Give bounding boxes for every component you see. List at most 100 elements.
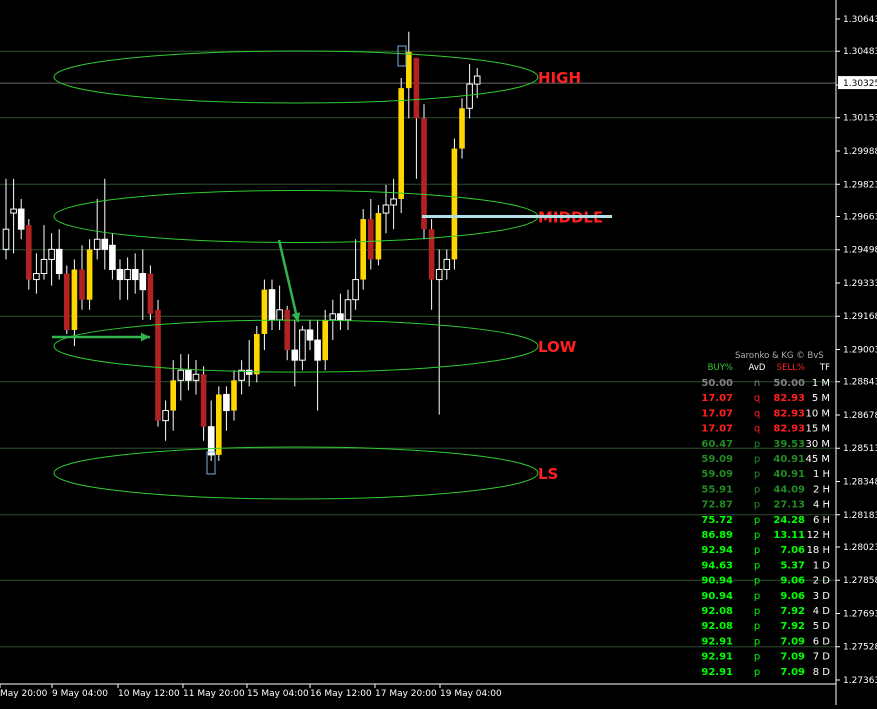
panel-avd-value: p: [754, 454, 760, 465]
candle: [375, 205, 382, 266]
candle-body: [231, 380, 237, 411]
price-tick-label: 1.29333: [843, 279, 877, 289]
panel-sell-value: 7.09: [780, 667, 805, 678]
time-tick-label: 15 May 04:00: [247, 689, 309, 699]
panel-avd-value: p: [754, 667, 760, 678]
panel-tf-label: 1 H: [813, 469, 830, 480]
price-tick-label: 1.27528: [843, 643, 877, 653]
candle-body: [223, 393, 230, 412]
candle: [254, 325, 260, 383]
candle-body: [459, 108, 465, 149]
candle-body: [33, 273, 40, 281]
candle-body: [368, 219, 374, 260]
panel-header: SELL%: [777, 363, 805, 373]
panel-avd-value: p: [754, 652, 760, 663]
panel-tf-label: 10 M: [805, 408, 830, 419]
candle-body: [284, 309, 290, 351]
panel-buy-value: 86.89: [701, 530, 733, 541]
price-tick-label: 1.28348: [843, 477, 877, 487]
candle: [64, 265, 70, 334]
panel-tf-label: 15 M: [805, 424, 830, 435]
panel-tf-label: 4 D: [813, 606, 831, 617]
candle: [147, 265, 154, 320]
candle-body: [109, 244, 116, 270]
panel-buy-value: 90.94: [701, 576, 733, 587]
panel-buy-value: 92.94: [701, 545, 733, 556]
candle-body: [93, 238, 101, 250]
panel-tf-label: 12 H: [807, 530, 830, 541]
candle-body: [466, 83, 473, 109]
candle-body: [329, 313, 337, 321]
price-tick-label: 1.29663: [843, 212, 877, 222]
panel-sell-value: 7.92: [780, 606, 805, 617]
candle-body: [139, 273, 147, 291]
candle-body: [101, 238, 109, 250]
panel-header: BUY%: [708, 363, 733, 373]
panel-buy-value: 92.08: [701, 621, 733, 632]
price-tick-label: 1.30483: [843, 47, 877, 57]
candle-body: [48, 248, 55, 260]
panel-avd-value: p: [754, 469, 760, 480]
candle-body: [398, 88, 404, 199]
candle-body: [17, 208, 25, 230]
candle-body: [177, 369, 185, 381]
panel-buy-value: 92.08: [701, 606, 733, 617]
panel-tf-label: 5 D: [813, 621, 831, 632]
panel-avd-value: q: [754, 424, 760, 435]
candle-body: [435, 268, 443, 281]
panel-tf-label: 5 M: [812, 393, 830, 404]
candle-body: [344, 299, 352, 321]
panel-avd-value: n: [754, 378, 760, 389]
candle-body: [10, 208, 17, 214]
panel-header: TF: [819, 363, 830, 373]
current-price-label: 1.30325: [843, 79, 877, 89]
candle: [216, 386, 222, 461]
panel-avd-value: p: [754, 591, 760, 602]
panel-tf-label: 6 D: [813, 636, 831, 647]
panel-buy-value: 17.07: [701, 393, 733, 404]
candle-body: [71, 269, 78, 330]
candle-body: [261, 289, 268, 334]
candle-body: [276, 309, 283, 321]
panel-tf-label: 2 D: [813, 576, 831, 587]
candle-body: [147, 273, 154, 314]
panel-buy-value: 75.72: [701, 515, 733, 526]
time-tick-label: 9 May 04:00: [52, 689, 108, 699]
panel-buy-value: 60.47: [701, 439, 733, 450]
panel-avd-value: p: [754, 560, 760, 571]
candle-body: [428, 229, 435, 280]
price-chart[interactable]: HIGHMIDDLELOWLS 1.306431.304831.303151.3…: [0, 0, 877, 705]
panel-avd-value: p: [754, 484, 760, 495]
price-tick-label: 1.28513: [843, 444, 877, 454]
candle-body: [268, 289, 276, 321]
panel-buy-value: 72.87: [701, 500, 733, 511]
zone-label: LS: [538, 465, 558, 483]
panel-sell-value: 27.13: [773, 500, 805, 511]
price-tick-label: 1.28678: [843, 411, 877, 421]
panel-sell-value: 7.09: [780, 652, 805, 663]
candle: [451, 138, 458, 270]
time-tick-label: 10 May 12:00: [118, 689, 180, 699]
panel-tf-label: 3 D: [813, 591, 831, 602]
panel-sell-value: 24.28: [773, 515, 805, 526]
candle-body: [245, 369, 253, 375]
panel-sell-value: 82.93: [773, 424, 805, 435]
panel-title: Saronko & KG © BvS: [735, 351, 824, 361]
candle-body: [79, 269, 85, 300]
panel-avd-value: p: [754, 621, 760, 632]
panel-sell-value: 9.06: [780, 591, 805, 602]
candle-body: [382, 204, 390, 214]
candle-body: [64, 273, 70, 330]
panel-buy-value: 17.07: [701, 408, 733, 419]
candle: [86, 239, 93, 310]
panel-avd-value: p: [754, 576, 760, 587]
panel-sell-value: 7.09: [780, 636, 805, 647]
panel-avd-value: p: [754, 515, 760, 526]
price-tick-label: 1.28843: [843, 378, 877, 388]
panel-tf-label: 45 M: [805, 454, 830, 465]
candle-body: [124, 268, 131, 281]
price-tick-label: 1.27363: [843, 676, 877, 686]
panel-avd-value: p: [754, 500, 760, 511]
panel-buy-value: 94.63: [701, 560, 733, 571]
chart-window[interactable]: HIGHMIDDLELOWLS 1.306431.304831.303151.3…: [0, 0, 877, 705]
